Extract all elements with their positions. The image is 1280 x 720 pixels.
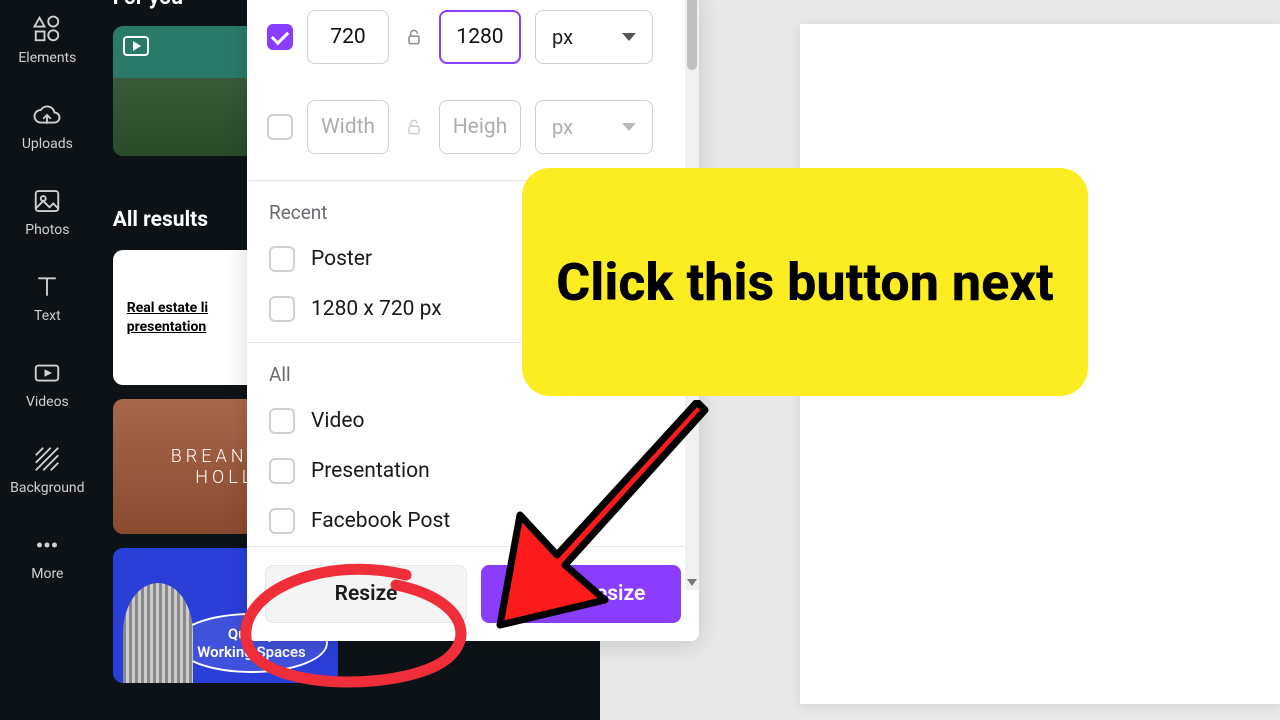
play-rect-icon (32, 358, 62, 388)
lock-icon[interactable] (403, 116, 425, 138)
chevron-down-icon (622, 123, 636, 131)
sidebar-label: Elements (18, 50, 76, 66)
sidebar-label: Text (34, 308, 61, 324)
sidebar-label: Videos (26, 394, 69, 410)
tool-sidebar: Elements Uploads Photos Text Videos Back… (0, 0, 95, 720)
sidebar-item-more[interactable]: More (0, 524, 95, 588)
callout-text: Click this button next (556, 250, 1054, 315)
unit-label: px (552, 25, 573, 49)
text-icon (32, 272, 62, 302)
chevron-down-icon (622, 33, 636, 41)
option-label: Presentation (311, 459, 430, 483)
dimension-checkbox[interactable] (267, 24, 293, 50)
height-input[interactable] (439, 10, 521, 64)
dimension-checkbox[interactable] (267, 114, 293, 140)
width-input[interactable] (307, 100, 389, 154)
sidebar-label: Uploads (22, 136, 73, 152)
cloud-upload-icon (32, 100, 62, 130)
sidebar-label: Photos (25, 222, 69, 238)
lock-icon[interactable] (403, 26, 425, 48)
hatch-icon (32, 444, 62, 474)
play-icon (123, 36, 149, 56)
annotation-callout: Click this button next (522, 168, 1088, 396)
sidebar-item-uploads[interactable]: Uploads (0, 94, 95, 158)
annotation-arrow (475, 400, 715, 630)
sidebar-item-text[interactable]: Text (0, 266, 95, 330)
dimension-row-1: px (247, 0, 699, 82)
option-label: Video (311, 409, 364, 433)
option-checkbox[interactable] (269, 508, 295, 534)
option-label: Poster (311, 247, 372, 271)
height-input[interactable] (439, 100, 521, 154)
sidebar-item-elements[interactable]: Elements (0, 8, 95, 72)
sidebar-item-videos[interactable]: Videos (0, 352, 95, 416)
width-input[interactable] (307, 10, 389, 64)
unit-label: px (552, 115, 573, 139)
option-checkbox[interactable] (269, 408, 295, 434)
image-icon (32, 186, 62, 216)
resize-button[interactable]: Resize (265, 565, 467, 623)
sidebar-item-photos[interactable]: Photos (0, 180, 95, 244)
option-checkbox[interactable] (269, 296, 295, 322)
dimension-row-2: px (247, 82, 699, 172)
sidebar-item-background[interactable]: Background (0, 438, 95, 502)
unit-select[interactable]: px (535, 100, 653, 154)
sidebar-label: More (31, 566, 63, 582)
option-checkbox[interactable] (269, 458, 295, 484)
shapes-icon (32, 14, 62, 44)
option-label: 1280 x 720 px (311, 297, 442, 321)
unit-select[interactable]: px (535, 10, 653, 64)
option-label: Facebook Post (311, 509, 450, 533)
option-checkbox[interactable] (269, 246, 295, 272)
sidebar-label: Background (10, 480, 84, 496)
dots-icon (32, 530, 62, 560)
card-text: Real estate li presentation (127, 299, 208, 335)
